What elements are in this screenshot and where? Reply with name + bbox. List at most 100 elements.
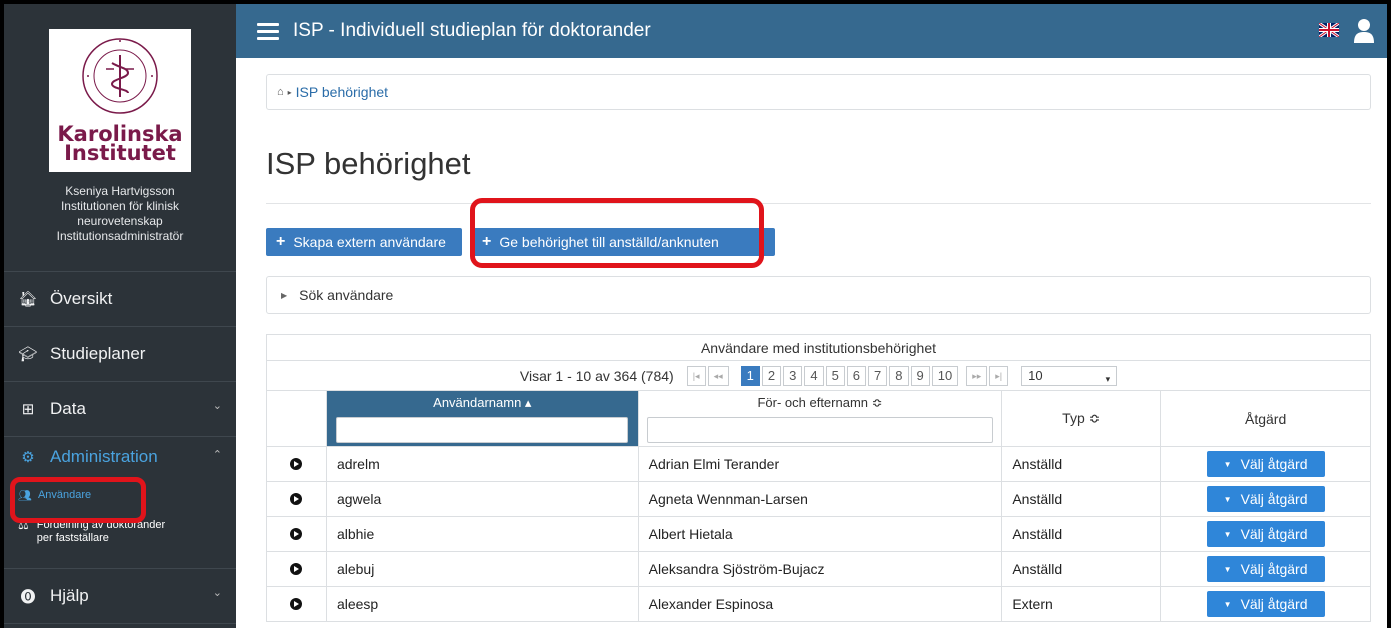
cell-fullname: Aleksandra Sjöström-Bujacz bbox=[639, 552, 1003, 586]
last-page-icon[interactable]: ▸| bbox=[989, 365, 1009, 386]
user-icon[interactable] bbox=[1354, 19, 1374, 43]
nav-oversikt-label: Översikt bbox=[50, 289, 113, 308]
institution-logo: Karolinska Institutet bbox=[49, 29, 191, 172]
choose-action-label: Välj åtgärd bbox=[1240, 491, 1308, 507]
uk-flag-icon[interactable] bbox=[1319, 23, 1339, 37]
row-expand-cell[interactable] bbox=[267, 482, 327, 516]
chevron-down-icon: ⌄ bbox=[212, 400, 222, 412]
cell-action: ▼ Välj åtgärd bbox=[1161, 517, 1370, 551]
user-info: Kseniya Hartvigsson Institutionen för kl… bbox=[4, 184, 236, 244]
cell-action: ▼ Välj åtgärd bbox=[1161, 447, 1370, 481]
table-row: aleesp Alexander Espinosa Extern ▼ Välj å… bbox=[267, 587, 1370, 622]
nav-studieplaner[interactable]: 🎓︎ Studieplaner bbox=[4, 327, 236, 382]
choose-action-button[interactable]: ▼ Välj åtgärd bbox=[1206, 591, 1325, 617]
logo-line-2: Institutet bbox=[64, 141, 176, 165]
page-5[interactable]: 5 bbox=[825, 365, 845, 386]
page-size-select[interactable]: 10 ▾ bbox=[1021, 365, 1118, 386]
graduation-cap-icon: 🎓︎ bbox=[18, 346, 38, 363]
prev-page-icon[interactable]: ◂◂ bbox=[707, 365, 729, 386]
table-icon: ⊞ bbox=[21, 401, 35, 418]
header-username-label: Användarnamn ▴ bbox=[433, 395, 532, 410]
header-fullname[interactable]: För- och efternamn ≎ bbox=[639, 391, 1003, 446]
table-row: agwela Agneta Wennman-Larsen Anställd ▼ V… bbox=[267, 482, 1370, 517]
row-expand-cell[interactable] bbox=[267, 517, 327, 551]
page-6[interactable]: 6 bbox=[846, 365, 867, 386]
username-filter-input[interactable] bbox=[336, 417, 629, 443]
nav-oversikt[interactable]: 🏠︎ Översikt bbox=[4, 272, 236, 327]
cell-fullname: Albert Hietala bbox=[639, 517, 1003, 551]
expand-row-icon[interactable] bbox=[290, 598, 303, 610]
cell-username: adrelm bbox=[327, 447, 639, 481]
caret-right-icon: ▶ bbox=[281, 290, 288, 300]
page-3[interactable]: 3 bbox=[783, 365, 803, 386]
header-expand-cell bbox=[267, 391, 327, 446]
caret-down-icon: ▼ bbox=[1223, 529, 1232, 539]
nav-hjalp[interactable]: ⓿ Hjälp ⌄ bbox=[4, 569, 236, 624]
create-external-user-button[interactable]: + Skapa extern användare bbox=[266, 228, 462, 256]
table-row: alebuj Aleksandra Sjöström-Bujacz Anstäl… bbox=[267, 552, 1370, 587]
profile-panel: Karolinska Institutet Kseniya Hartvigsso… bbox=[4, 4, 236, 272]
create-external-user-label: Skapa extern användare bbox=[293, 234, 446, 250]
user-name: Kseniya Hartvigsson bbox=[65, 184, 175, 198]
caret-down-icon: ▼ bbox=[1223, 599, 1232, 609]
breadcrumb-isp-behorighet[interactable]: ISP behörighet bbox=[296, 84, 388, 100]
nav-hjalp-label: Hjälp bbox=[50, 586, 89, 605]
pagination: Visar 1 - 10 av 364 (784) |◂ ◂◂ 1 2 3 4 … bbox=[267, 361, 1370, 391]
cell-action: ▼ Välj åtgärd bbox=[1161, 552, 1370, 586]
first-page-icon[interactable]: |◂ bbox=[686, 365, 706, 386]
expand-row-icon[interactable] bbox=[290, 458, 303, 470]
choose-action-label: Välj åtgärd bbox=[1240, 561, 1308, 577]
nav-fordelning-line-2: per fastställare bbox=[36, 532, 109, 544]
pager-info: Visar 1 - 10 av 364 (784) bbox=[519, 367, 674, 384]
cell-type: Anställd bbox=[1002, 552, 1162, 586]
user-department-line-1: Institutionen för klinisk bbox=[60, 199, 180, 213]
hamburger-menu-icon[interactable] bbox=[257, 19, 279, 44]
search-users-toggle[interactable]: ▶ Sök användare bbox=[266, 276, 1371, 314]
logo-wordmark: Karolinska Institutet bbox=[49, 124, 191, 165]
nav-administration-label: Administration bbox=[50, 447, 158, 466]
table-row: albhie Albert Hietala Anställd ▼ Välj åtg… bbox=[267, 517, 1370, 552]
choose-action-label: Välj åtgärd bbox=[1240, 596, 1308, 612]
row-expand-cell[interactable] bbox=[267, 447, 327, 481]
choose-action-button[interactable]: ▼ Välj åtgärd bbox=[1206, 556, 1325, 582]
breadcrumb: ⌂ ▸ ISP behörighet bbox=[266, 74, 1371, 110]
choose-action-button[interactable]: ▼ Välj åtgärd bbox=[1206, 451, 1325, 477]
ki-seal-icon bbox=[82, 38, 158, 114]
expand-row-icon[interactable] bbox=[290, 528, 303, 540]
caret-down-icon: ▼ bbox=[1223, 564, 1232, 574]
header-type[interactable]: Typ ≎ bbox=[1002, 391, 1162, 446]
row-expand-cell[interactable] bbox=[267, 587, 327, 621]
breadcrumb-separator-icon: ▸ bbox=[287, 87, 292, 97]
page-8[interactable]: 8 bbox=[889, 365, 909, 386]
header-type-label: Typ ≎ bbox=[1062, 410, 1101, 426]
app-frame: Karolinska Institutet Kseniya Hartvigsso… bbox=[4, 4, 1387, 628]
title-divider bbox=[266, 203, 1371, 204]
expand-row-icon[interactable] bbox=[290, 493, 303, 505]
chevron-down-icon: ⌄ bbox=[212, 587, 222, 599]
choose-action-button[interactable]: ▼ Välj åtgärd bbox=[1206, 521, 1325, 547]
page-size-value: 10 bbox=[1028, 367, 1043, 383]
nav-data[interactable]: ⊞ Data ⌄ bbox=[4, 382, 236, 437]
nav-studieplaner-label: Studieplaner bbox=[50, 344, 146, 363]
table-caption: Användare med institutionsbehörighet bbox=[267, 335, 1370, 361]
page-4[interactable]: 4 bbox=[804, 365, 824, 386]
header-username[interactable]: Användarnamn ▴ bbox=[326, 391, 639, 446]
highlight-annotation-grant-button bbox=[470, 198, 764, 268]
page-7[interactable]: 7 bbox=[868, 365, 888, 386]
page-10[interactable]: 10 bbox=[931, 365, 959, 386]
expand-row-icon[interactable] bbox=[290, 563, 303, 575]
fullname-filter-input[interactable] bbox=[647, 417, 993, 443]
page-1[interactable]: 1 bbox=[740, 365, 760, 386]
top-bar: ISP - Individuell studieplan för doktora… bbox=[236, 4, 1387, 58]
page-9[interactable]: 9 bbox=[910, 365, 930, 386]
caret-down-icon: ▼ bbox=[1223, 459, 1232, 469]
nav-administration[interactable]: ⚙ Administration ⌃ bbox=[4, 437, 236, 477]
choose-action-button[interactable]: ▼ Välj åtgärd bbox=[1206, 486, 1325, 512]
next-page-icon[interactable]: ▸▸ bbox=[966, 365, 988, 386]
gears-icon: ⚙ bbox=[21, 449, 35, 466]
home-icon[interactable]: ⌂ bbox=[277, 86, 284, 98]
app-title: ISP - Individuell studieplan för doktora… bbox=[293, 20, 651, 41]
row-expand-cell[interactable] bbox=[267, 552, 327, 586]
page-2[interactable]: 2 bbox=[761, 365, 782, 386]
page-title: ISP behörighet bbox=[266, 146, 471, 181]
